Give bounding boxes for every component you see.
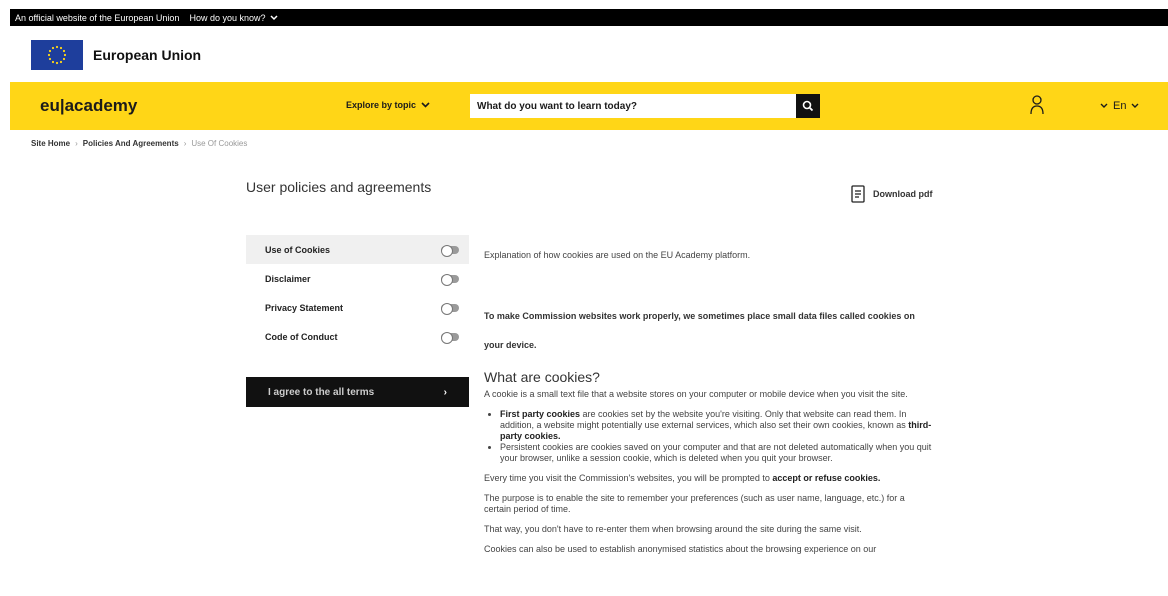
sidebar-item-code-of-conduct[interactable]: Code of Conduct [246, 322, 469, 351]
toggle-switch[interactable] [441, 273, 459, 286]
user-account-button[interactable] [1030, 95, 1044, 120]
list-item: First party cookies are cookies set by t… [500, 409, 934, 442]
policies-sidebar: Use of Cookies Disclaimer Privacy Statem… [246, 235, 469, 351]
official-eu-banner: An official website of the European Unio… [10, 9, 1168, 26]
search-button[interactable] [796, 94, 820, 118]
main-navigation-bar: eu|academy Explore by topic En [10, 82, 1168, 130]
agree-label: I agree to the all terms [268, 386, 375, 398]
toggle-switch[interactable] [441, 331, 459, 344]
breadcrumb-separator-icon: › [183, 139, 187, 148]
paragraph: Every time you visit the Commission's we… [484, 473, 881, 483]
chevron-down-icon [421, 102, 430, 108]
paragraph: Cookies can also be used to establish an… [484, 544, 877, 554]
user-icon [1030, 95, 1044, 115]
breadcrumb-separator-icon: › [75, 139, 78, 148]
how-do-you-know-toggle[interactable]: How do you know? [189, 12, 278, 23]
document-icon [851, 185, 865, 203]
search-bar [470, 94, 820, 118]
policy-content: Explanation of how cookies are used on t… [484, 250, 934, 564]
policy-bold-intro: To make Commission websites work properl… [484, 311, 915, 350]
chevron-down-icon [269, 14, 278, 20]
explore-by-topic-menu[interactable]: Explore by topic [346, 100, 430, 110]
eu-flag-logo [31, 40, 83, 70]
toggle-switch[interactable] [441, 244, 459, 257]
list-item: Persistent cookies are cookies saved on … [500, 442, 934, 464]
search-input[interactable] [470, 94, 796, 118]
sidebar-item-label: Privacy Statement [265, 302, 344, 313]
sidebar-item-label: Disclaimer [265, 273, 311, 284]
download-pdf-button[interactable]: Download pdf [851, 185, 933, 203]
breadcrumb-policies[interactable]: Policies And Agreements [83, 139, 179, 148]
chevron-down-icon [1100, 103, 1108, 108]
search-icon [802, 100, 814, 112]
paragraph: The purpose is to enable the site to rem… [484, 493, 905, 514]
policy-intro: Explanation of how cookies are used on t… [484, 250, 751, 260]
page-title: User policies and agreements [246, 179, 432, 195]
sidebar-item-use-of-cookies[interactable]: Use of Cookies [246, 235, 469, 264]
official-text: An official website of the European Unio… [15, 12, 180, 23]
breadcrumb: Site Home › Policies And Agreements › Us… [31, 139, 247, 148]
paragraph: A cookie is a small text file that a web… [484, 389, 908, 399]
eu-academy-logo[interactable]: eu|academy [40, 96, 137, 116]
toggle-switch[interactable] [441, 302, 459, 315]
breadcrumb-home[interactable]: Site Home [31, 139, 70, 148]
paragraph: That way, you don't have to re-enter the… [484, 524, 862, 534]
sidebar-item-privacy-statement[interactable]: Privacy Statement [246, 293, 469, 322]
explore-label: Explore by topic [346, 100, 417, 110]
sidebar-item-label: Code of Conduct [265, 331, 338, 342]
chevron-down-icon [1131, 103, 1139, 108]
breadcrumb-current: Use Of Cookies [191, 139, 248, 148]
sidebar-item-label: Use of Cookies [265, 244, 331, 255]
agree-all-terms-button[interactable]: I agree to the all terms › [246, 377, 469, 407]
section-heading: What are cookies? [484, 369, 600, 385]
language-label: En [1113, 100, 1127, 112]
cookie-types-list: First party cookies are cookies set by t… [500, 409, 934, 464]
language-selector[interactable]: En [1100, 100, 1139, 112]
sidebar-item-disclaimer[interactable]: Disclaimer [246, 264, 469, 293]
eu-header[interactable]: European Union [31, 40, 201, 70]
download-pdf-label: Download pdf [873, 189, 933, 199]
how-do-you-know-label: How do you know? [189, 12, 266, 23]
chevron-right-icon: › [443, 386, 447, 398]
eu-name: European Union [93, 47, 202, 63]
